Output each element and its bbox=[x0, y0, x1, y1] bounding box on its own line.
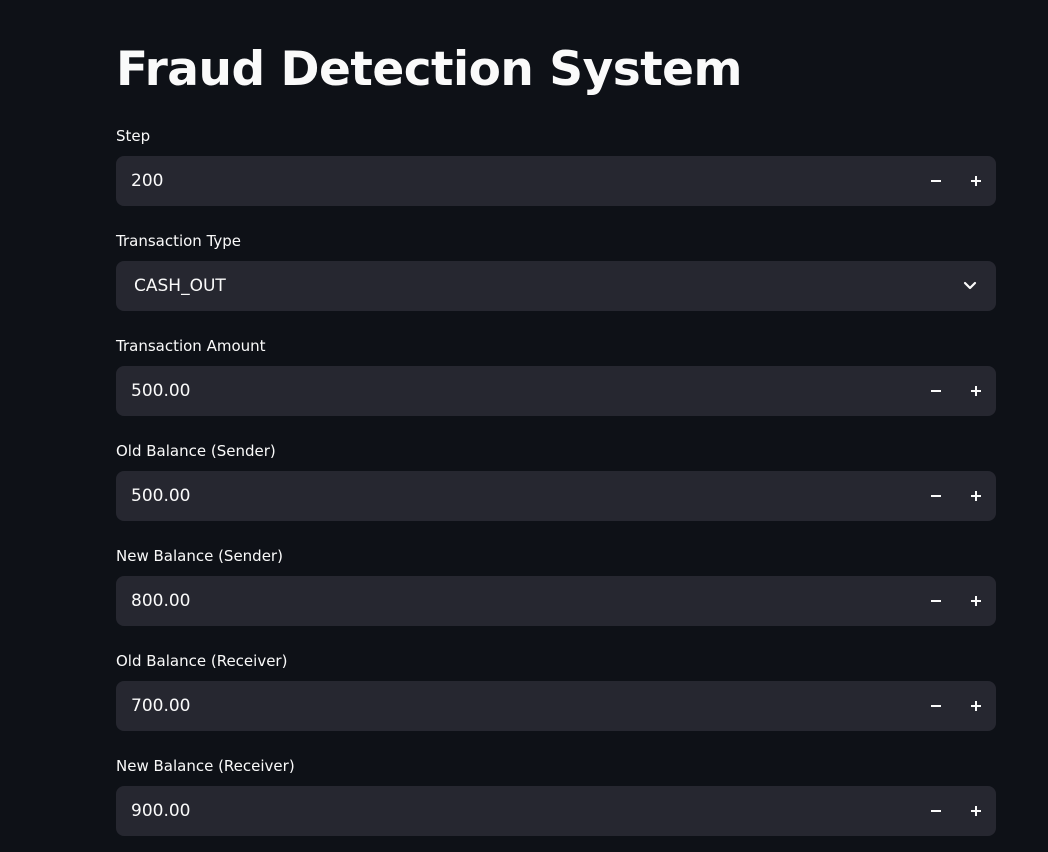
new-balance-sender-value[interactable]: 800.00 bbox=[116, 591, 916, 611]
minus-icon bbox=[931, 705, 941, 707]
page-title: Fraud Detection System bbox=[116, 42, 743, 97]
old-balance-receiver-label: Old Balance (Receiver) bbox=[116, 652, 288, 670]
minus-icon bbox=[931, 390, 941, 392]
plus-icon bbox=[971, 491, 981, 501]
old-balance-sender-field: Old Balance (Sender) 500.00 bbox=[116, 441, 996, 521]
amount-decrement-button[interactable] bbox=[916, 366, 956, 416]
old-balance-receiver-increment-button[interactable] bbox=[956, 681, 996, 731]
amount-input[interactable]: 500.00 bbox=[116, 366, 996, 416]
new-balance-receiver-decrement-button[interactable] bbox=[916, 786, 956, 836]
new-balance-receiver-increment-button[interactable] bbox=[956, 786, 996, 836]
old-balance-receiver-decrement-button[interactable] bbox=[916, 681, 956, 731]
chevron-down-icon[interactable] bbox=[944, 261, 996, 311]
old-balance-sender-increment-button[interactable] bbox=[956, 471, 996, 521]
new-balance-receiver-value[interactable]: 900.00 bbox=[116, 801, 916, 821]
new-balance-sender-increment-button[interactable] bbox=[956, 576, 996, 626]
step-field: Step 200 bbox=[116, 126, 996, 206]
new-balance-sender-label: New Balance (Sender) bbox=[116, 547, 283, 565]
plus-icon bbox=[971, 386, 981, 396]
transaction-type-select[interactable]: CASH_OUT bbox=[116, 261, 996, 311]
step-value[interactable]: 200 bbox=[116, 171, 916, 191]
transaction-type-label: Transaction Type bbox=[116, 232, 242, 250]
step-label: Step bbox=[116, 127, 151, 145]
minus-icon bbox=[931, 495, 941, 497]
new-balance-receiver-input[interactable]: 900.00 bbox=[116, 786, 996, 836]
new-balance-sender-input[interactable]: 800.00 bbox=[116, 576, 996, 626]
new-balance-receiver-field: New Balance (Receiver) 900.00 bbox=[116, 756, 996, 836]
old-balance-receiver-value[interactable]: 700.00 bbox=[116, 696, 916, 716]
plus-icon bbox=[971, 176, 981, 186]
step-increment-button[interactable] bbox=[956, 156, 996, 206]
minus-icon bbox=[931, 810, 941, 812]
minus-icon bbox=[931, 180, 941, 182]
new-balance-sender-field: New Balance (Sender) 800.00 bbox=[116, 546, 996, 626]
new-balance-receiver-label: New Balance (Receiver) bbox=[116, 757, 295, 775]
transaction-type-field: Transaction Type CASH_OUT bbox=[116, 231, 996, 311]
amount-label: Transaction Amount bbox=[116, 337, 266, 355]
old-balance-sender-input[interactable]: 500.00 bbox=[116, 471, 996, 521]
plus-icon bbox=[971, 701, 981, 711]
new-balance-sender-decrement-button[interactable] bbox=[916, 576, 956, 626]
old-balance-sender-label: Old Balance (Sender) bbox=[116, 442, 276, 460]
plus-icon bbox=[971, 596, 981, 606]
transaction-type-value[interactable]: CASH_OUT bbox=[116, 276, 944, 296]
minus-icon bbox=[931, 600, 941, 602]
old-balance-receiver-field: Old Balance (Receiver) 700.00 bbox=[116, 651, 996, 731]
old-balance-sender-value[interactable]: 500.00 bbox=[116, 486, 916, 506]
amount-value[interactable]: 500.00 bbox=[116, 381, 916, 401]
step-decrement-button[interactable] bbox=[916, 156, 956, 206]
step-input[interactable]: 200 bbox=[116, 156, 996, 206]
old-balance-sender-decrement-button[interactable] bbox=[916, 471, 956, 521]
plus-icon bbox=[971, 806, 981, 816]
amount-field: Transaction Amount 500.00 bbox=[116, 336, 996, 416]
amount-increment-button[interactable] bbox=[956, 366, 996, 416]
old-balance-receiver-input[interactable]: 700.00 bbox=[116, 681, 996, 731]
